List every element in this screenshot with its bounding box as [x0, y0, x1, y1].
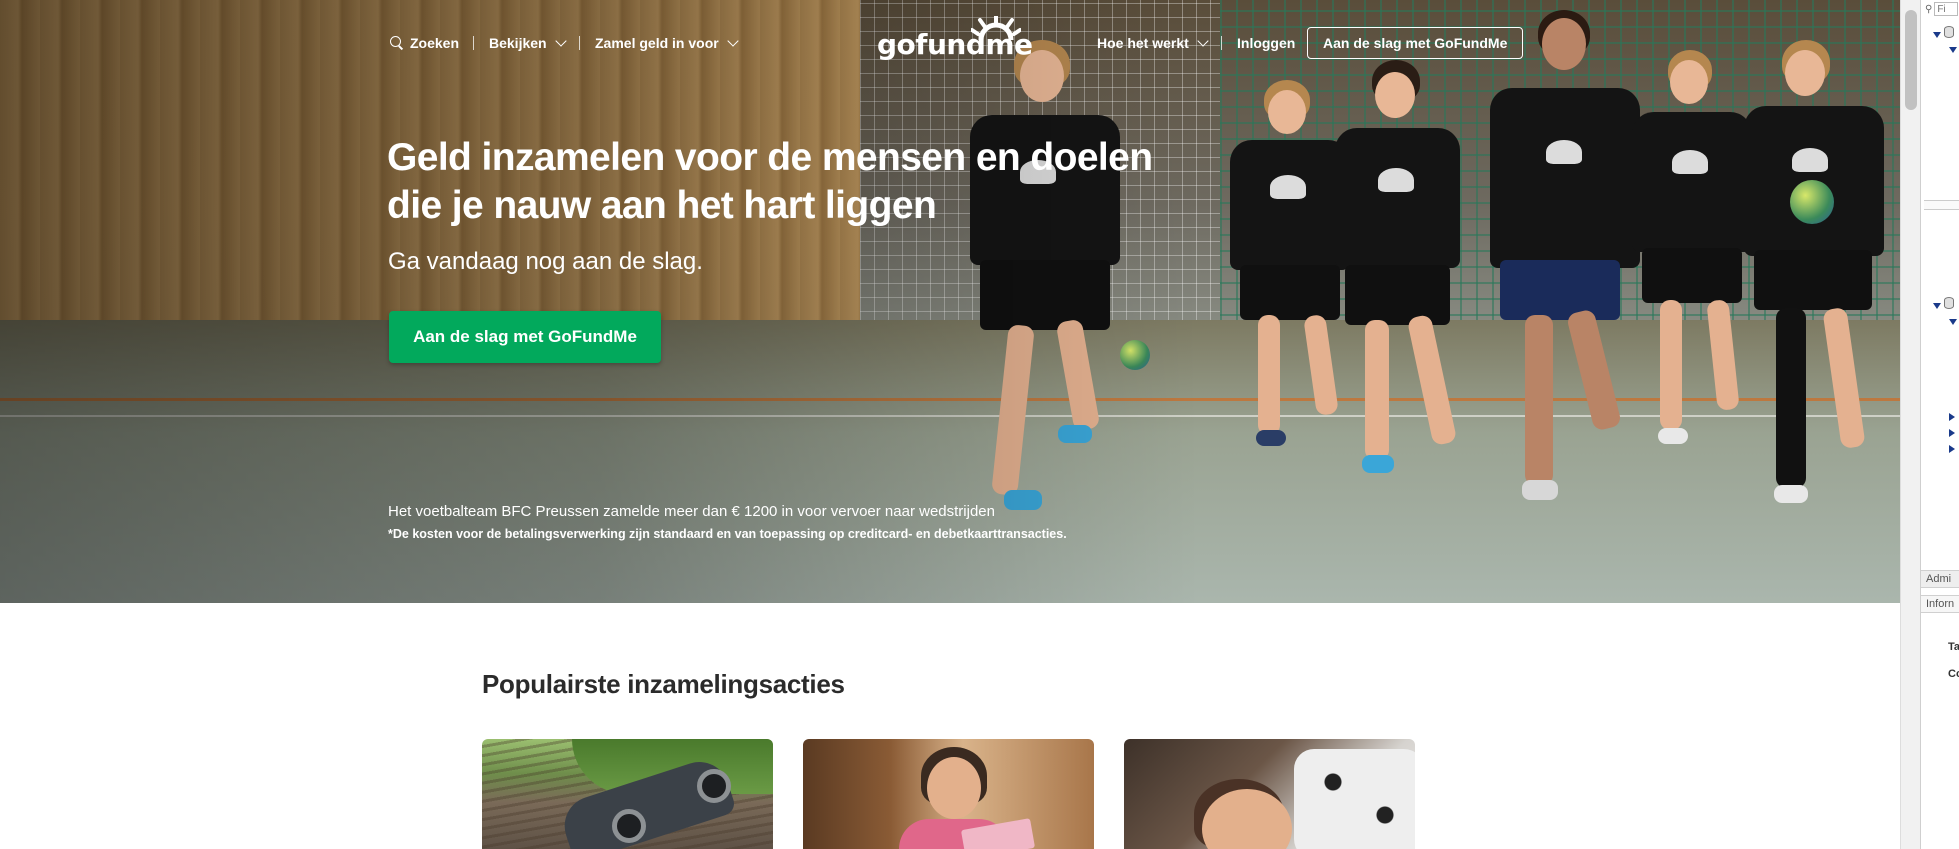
devtools-panel: ⚲ Admi Inforn Ta Co — [1920, 0, 1959, 849]
nav-divider — [473, 36, 474, 50]
popular-section-title: Populairste inzamelingsacties — [482, 669, 845, 699]
nav-fundraise[interactable]: Zamel geld in voor — [595, 32, 739, 54]
hero-title: Geld inzamelen voor de mensen en doelen … — [387, 136, 1153, 227]
database-icon — [1944, 26, 1955, 38]
hero-caption: Het voetbalteam BFC Preussen zamelde mee… — [388, 503, 995, 520]
nav-how-it-works[interactable]: Hoe het werkt — [1097, 32, 1209, 54]
nav-browse-label: Bekijken — [489, 35, 547, 51]
devtools-tab-admin[interactable]: Admi — [1921, 570, 1959, 588]
collapse-triangle-icon — [1949, 413, 1955, 421]
devtools-label: Co — [1948, 668, 1959, 680]
expand-triangle-icon — [1933, 303, 1941, 309]
top-navigation: Zoeken Bekijken Zamel geld in voor gofun… — [0, 0, 1900, 88]
fundraiser-card[interactable] — [482, 739, 773, 849]
expand-triangle-icon — [1949, 319, 1957, 325]
card-image-pillow — [1294, 749, 1415, 849]
devtools-filter[interactable]: ⚲ — [1925, 2, 1959, 16]
devtools-label: Ta — [1948, 641, 1959, 653]
logo-sun-icon — [971, 16, 1021, 41]
hero-ball — [1790, 180, 1834, 224]
search-icon — [390, 36, 404, 50]
devtools-tree-node[interactable] — [1933, 297, 1955, 312]
collapse-triangle-icon — [1949, 445, 1955, 453]
card-image-face — [927, 757, 981, 819]
devtools-tree-node[interactable] — [1933, 26, 1955, 41]
chevron-down-icon — [1197, 35, 1209, 47]
card-image-wheel — [697, 769, 731, 803]
hero-player — [1320, 60, 1480, 520]
collapse-triangle-icon — [1949, 429, 1955, 437]
devtools-divider — [1924, 200, 1959, 210]
devtools-tree-node[interactable] — [1949, 316, 1957, 328]
scrollbar-thumb[interactable] — [1905, 10, 1917, 110]
nav-search[interactable]: Zoeken — [390, 32, 459, 54]
hero-start-button[interactable]: Aan de slag met GoFundMe — [389, 311, 661, 363]
nav-login-label: Inloggen — [1237, 35, 1296, 51]
hero-player — [1730, 40, 1900, 540]
hero-fee-note: *De kosten voor de betalingsverwerking z… — [388, 527, 1067, 541]
devtools-filter-input[interactable] — [1934, 2, 1959, 16]
fundraiser-card[interactable] — [1124, 739, 1415, 849]
chevron-down-icon — [554, 35, 567, 47]
hero-subtitle: Ga vandaag nog aan de slag. — [388, 248, 703, 275]
chevron-down-icon — [727, 35, 739, 47]
nav-fundraise-label: Zamel geld in voor — [595, 35, 719, 51]
nav-browse[interactable]: Bekijken — [489, 32, 567, 54]
nav-search-label: Zoeken — [410, 35, 460, 51]
devtools-tree-node[interactable] — [1949, 444, 1955, 456]
nav-divider — [579, 36, 580, 50]
expand-triangle-icon — [1933, 32, 1941, 38]
nav-login[interactable]: Inloggen — [1237, 32, 1295, 54]
browser-viewport: Zoeken Bekijken Zamel geld in voor gofun… — [0, 0, 1900, 849]
devtools-tab-info[interactable]: Inforn — [1921, 595, 1959, 613]
card-image-wheel — [612, 809, 646, 843]
page-scrollbar[interactable] — [1900, 0, 1920, 849]
nav-divider — [1221, 36, 1222, 50]
database-icon — [1944, 297, 1955, 309]
devtools-tree-node[interactable] — [1949, 44, 1957, 56]
devtools-tree-node[interactable] — [1949, 412, 1955, 424]
hero-banner: Zoeken Bekijken Zamel geld in voor gofun… — [0, 0, 1900, 603]
fundraiser-card[interactable] — [803, 739, 1094, 849]
nav-start-button[interactable]: Aan de slag met GoFundMe — [1307, 27, 1524, 59]
filter-icon: ⚲ — [1925, 3, 1933, 15]
nav-how-it-works-label: Hoe het werkt — [1097, 35, 1189, 51]
expand-triangle-icon — [1949, 47, 1957, 53]
devtools-tree-node[interactable] — [1949, 428, 1955, 440]
gofundme-logo[interactable]: gofundme — [877, 16, 1033, 61]
